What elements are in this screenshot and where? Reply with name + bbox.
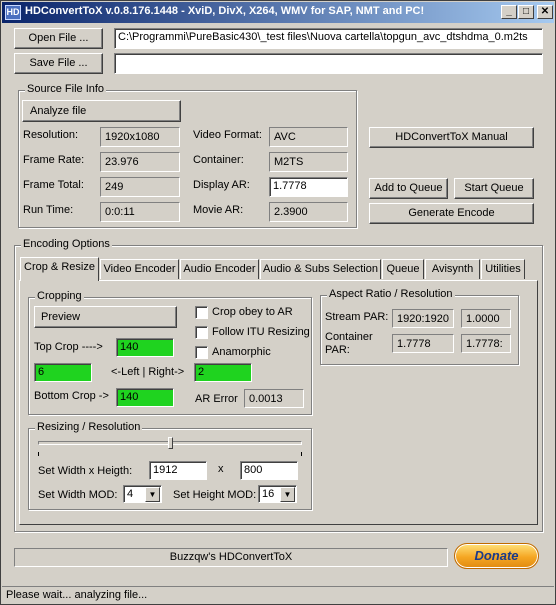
width-height-label: Set Width x Heigth: bbox=[38, 465, 133, 477]
x-label: x bbox=[218, 463, 224, 475]
preview-button[interactable]: Preview bbox=[34, 306, 177, 328]
width-mod-select[interactable]: 4 ▼ bbox=[123, 485, 162, 503]
aspect-ratio-title: Aspect Ratio / Resolution bbox=[327, 288, 455, 300]
width-field[interactable]: 1912 bbox=[149, 461, 207, 480]
frame-total-label: Frame Total: bbox=[23, 179, 84, 191]
slider-tick-end bbox=[301, 452, 302, 456]
chevron-down-icon[interactable]: ▼ bbox=[145, 487, 160, 502]
container-par-ratio: 1.7778: bbox=[461, 334, 511, 353]
ar-error-label: AR Error bbox=[195, 393, 238, 405]
anamorphic-label: Anamorphic bbox=[212, 346, 271, 358]
display-ar-label: Display AR: bbox=[193, 179, 250, 191]
tab-audio-encoder[interactable]: Audio Encoder bbox=[180, 259, 259, 279]
input-path-field[interactable]: C:\Programmi\PureBasic430\_test files\Nu… bbox=[114, 28, 543, 49]
movie-ar-label: Movie AR: bbox=[193, 204, 244, 216]
app-icon: HD bbox=[5, 5, 21, 20]
height-mod-label: Set Height MOD: bbox=[173, 489, 257, 501]
source-file-info-title: Source File Info bbox=[25, 83, 107, 95]
follow-itu-label: Follow ITU Resizing bbox=[212, 326, 310, 338]
container-par-value: 1.7778 bbox=[392, 334, 454, 353]
main-window: HD HDConvertToX v.0.8.176.1448 - XviD, D… bbox=[0, 0, 556, 605]
tab-video-encoder[interactable]: Video Encoder bbox=[100, 259, 179, 279]
close-button[interactable]: ✕ bbox=[537, 5, 553, 19]
chevron-down-icon[interactable]: ▼ bbox=[280, 487, 295, 502]
video-format-label: Video Format: bbox=[193, 129, 262, 141]
video-format-value: AVC bbox=[269, 127, 348, 147]
cropping-title: Cropping bbox=[35, 290, 84, 302]
stream-par-label: Stream PAR: bbox=[325, 311, 389, 323]
height-mod-select[interactable]: 16 ▼ bbox=[258, 485, 297, 503]
status-bar: Please wait... analyzing file... bbox=[2, 586, 554, 604]
output-path-field[interactable] bbox=[114, 53, 543, 74]
height-field[interactable]: 800 bbox=[240, 461, 298, 480]
encoding-options-title: Encoding Options bbox=[21, 238, 112, 250]
crop-obey-ar-label: Crop obey to AR bbox=[212, 306, 293, 318]
tab-avisynth[interactable]: Avisynth bbox=[425, 259, 480, 279]
slider-tick-start bbox=[38, 452, 39, 456]
container-par-label: Container PAR: bbox=[325, 331, 373, 356]
container-value: M2TS bbox=[269, 152, 348, 172]
display-ar-field[interactable]: 1.7778 bbox=[269, 177, 348, 197]
start-queue-button[interactable]: Start Queue bbox=[454, 178, 534, 199]
movie-ar-value: 2.3900 bbox=[269, 202, 348, 222]
anamorphic-checkbox[interactable] bbox=[195, 346, 208, 359]
bottom-crop-field[interactable]: 140 bbox=[116, 388, 174, 407]
tab-audio-subs-selection[interactable]: Audio & Subs Selection bbox=[260, 259, 381, 279]
maximize-button[interactable]: □ bbox=[518, 5, 534, 19]
title-bar[interactable]: HD HDConvertToX v.0.8.176.1448 - XviD, D… bbox=[2, 2, 554, 23]
add-to-queue-button[interactable]: Add to Queue bbox=[369, 178, 448, 199]
frame-rate-label: Frame Rate: bbox=[23, 154, 85, 166]
analyze-file-button[interactable]: Analyze file bbox=[22, 100, 181, 122]
ar-error-value: 0.0013 bbox=[244, 389, 304, 408]
generate-encode-button[interactable]: Generate Encode bbox=[369, 203, 534, 224]
resolution-label: Resolution: bbox=[23, 129, 79, 141]
frame-total-value: 249 bbox=[100, 177, 180, 197]
stream-par-ratio: 1.0000 bbox=[461, 309, 511, 328]
minimize-button[interactable]: _ bbox=[501, 5, 517, 19]
credit-bar: Buzzqw's HDConvertToX bbox=[14, 548, 448, 567]
window-title: HDConvertToX v.0.8.176.1448 - XviD, DivX… bbox=[25, 5, 425, 17]
top-crop-label: Top Crop ----> bbox=[34, 341, 103, 353]
width-mod-label: Set Width MOD: bbox=[38, 489, 118, 501]
crop-obey-ar-checkbox[interactable] bbox=[195, 306, 208, 319]
run-time-label: Run Time: bbox=[23, 204, 74, 216]
tab-crop-resize[interactable]: Crop & Resize bbox=[20, 257, 99, 281]
frame-rate-value: 23.976 bbox=[100, 152, 180, 172]
run-time-value: 0:0:11 bbox=[100, 202, 180, 222]
open-file-button[interactable]: Open File ... bbox=[14, 28, 103, 49]
resolution-value: 1920x1080 bbox=[100, 127, 180, 147]
width-mod-value: 4 bbox=[127, 488, 134, 500]
top-crop-field[interactable]: 140 bbox=[116, 338, 174, 357]
resizing-title: Resizing / Resolution bbox=[35, 421, 143, 433]
save-file-button[interactable]: Save File ... bbox=[14, 53, 103, 74]
follow-itu-checkbox[interactable] bbox=[195, 326, 208, 339]
manual-button[interactable]: HDConvertToX Manual bbox=[369, 127, 534, 148]
stream-par-value: 1920:1920 bbox=[392, 309, 454, 328]
left-right-label: <-Left | Right-> bbox=[111, 366, 185, 378]
tab-utilities[interactable]: Utilities bbox=[481, 259, 525, 279]
right-crop-field[interactable]: 2 bbox=[194, 363, 252, 382]
tab-queue[interactable]: Queue bbox=[382, 259, 424, 279]
height-mod-value: 16 bbox=[262, 488, 275, 500]
left-crop-field[interactable]: 6 bbox=[34, 363, 92, 382]
bottom-crop-label: Bottom Crop -> bbox=[34, 390, 109, 402]
resize-slider-thumb[interactable] bbox=[167, 437, 173, 449]
container-label: Container: bbox=[193, 154, 244, 166]
donate-button[interactable]: Donate bbox=[454, 543, 539, 569]
